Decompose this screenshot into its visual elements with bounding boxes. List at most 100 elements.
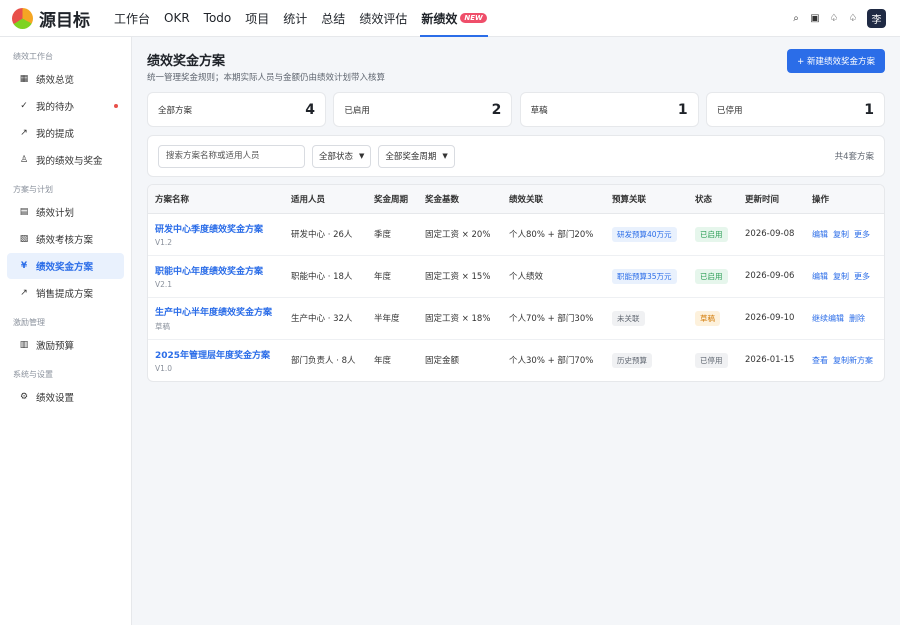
plan-version: 草稿 (155, 321, 170, 331)
cell-link: 个人80% + 部门20% (502, 213, 605, 256)
sidebar-item-label: 绩效设置 (36, 393, 75, 404)
sidebar-item-overview[interactable]: ▦ 绩效总览 (7, 66, 124, 92)
view-button[interactable]: 查看 (812, 356, 828, 365)
cell-people: 生产中心 · 32人 (284, 297, 367, 340)
sidebar-item-commission[interactable]: ↗ 我的提成 (7, 120, 124, 146)
stat-card-enabled[interactable]: 已启用 2 (333, 92, 513, 127)
top-bar: 源目标 工作台 OKR Todo 项目 统计 总结 绩效评估 新绩效 NEW ⌕… (0, 0, 900, 37)
col-header: 方案名称 (148, 185, 284, 214)
top-icons: ⌕ ▣ ♤ ♤ 李 (786, 0, 886, 37)
sidebar-item-plan[interactable]: ▤ 绩效计划 (7, 199, 124, 225)
bulb-icon[interactable]: ♤ (825, 13, 843, 24)
new-badge: NEW (460, 13, 487, 23)
nav-new-performance-label: 新绩效 (421, 11, 458, 26)
nav-todo[interactable]: Todo (197, 0, 239, 37)
table-row: 2025年管理层年度奖金方案 V1.0 部门负责人 · 8人 年度 固定金额 个人… (148, 339, 884, 381)
sidebar-item-label: 销售提成方案 (36, 289, 94, 300)
sidebar-item-todo[interactable]: ✓ 我的待办 (7, 93, 124, 119)
filter-bar: 全部状态 ▼ 全部奖金周期 ▼ 共4套方案 (147, 135, 885, 177)
nav-okr[interactable]: OKR (157, 0, 197, 37)
budget-tag: 未关联 (612, 310, 645, 326)
search-icon[interactable]: ⌕ (787, 13, 805, 24)
copy-button[interactable]: 复制 (833, 272, 849, 281)
page-subtitle: 统一管理奖金规则；本期实际人员与金额仍由绩效计划带入核算 (147, 73, 386, 83)
sidebar-item-label: 我的提成 (36, 129, 75, 140)
sidebar-item-bonus-plan[interactable]: ¥ 绩效奖金方案 (7, 253, 124, 279)
delete-button[interactable]: 删除 (849, 314, 865, 323)
list-icon: ▤ (19, 207, 29, 217)
nav-summary[interactable]: 总结 (314, 0, 352, 37)
plan-version: V2.1 (155, 279, 173, 289)
bell-icon[interactable]: ♤ (844, 13, 862, 24)
search-input[interactable] (158, 144, 305, 168)
nav-new-performance[interactable]: 新绩效 NEW (414, 0, 493, 37)
app-logo (12, 7, 33, 29)
continue-edit-button[interactable]: 继续编辑 (812, 314, 844, 323)
plan-name-link[interactable]: 生产中心半年度绩效奖金方案 (155, 305, 284, 318)
nav-performance-review[interactable]: 绩效评估 (352, 0, 414, 37)
edit-button[interactable]: 编辑 (812, 272, 828, 281)
stat-value: 4 (305, 101, 315, 118)
edit-button[interactable]: 编辑 (812, 230, 828, 239)
sidebar-item-budget[interactable]: ▥ 激励预算 (7, 332, 124, 358)
sidebar-item-label: 我的绩效与奖金 (36, 156, 103, 167)
sidebar-group-settings: 系统与设置 (13, 369, 53, 379)
cell-base: 固定工资 × 18% (418, 297, 502, 340)
new-bonus-plan-button[interactable]: + 新建绩效奖金方案 (787, 49, 885, 73)
sidebar-item-assessment[interactable]: ▧ 绩效考核方案 (7, 226, 124, 252)
page-title: 绩效奖金方案 (147, 54, 226, 69)
status-badge: 已停用 (695, 352, 728, 368)
table-header-row: 方案名称 适用人员 奖金周期 奖金基数 绩效关联 预算关联 状态 更新时间 操作 (148, 185, 884, 214)
cell-base: 固定工资 × 15% (418, 255, 502, 298)
cell-updated: 2026-09-10 (738, 297, 805, 340)
cell-link: 个人绩效 (502, 255, 605, 298)
copy-button[interactable]: 复制 (833, 230, 849, 239)
period-select-value: 全部奖金周期 (385, 152, 437, 162)
cell-period: 季度 (367, 213, 418, 256)
nav-stats[interactable]: 统计 (276, 0, 314, 37)
stat-value: 2 (491, 101, 502, 118)
more-button[interactable]: 更多 (854, 230, 870, 239)
stat-label: 已启用 (344, 105, 370, 116)
plan-name-link[interactable]: 职能中心年度绩效奖金方案 (155, 264, 284, 277)
nav-workbench[interactable]: 工作台 (107, 0, 157, 37)
main-nav: 工作台 OKR Todo 项目 统计 总结 绩效评估 新绩效 NEW (107, 0, 494, 37)
plan-name-link[interactable]: 研发中心季度绩效奖金方案 (155, 222, 284, 235)
screen-icon[interactable]: ▣ (806, 13, 824, 24)
table-row: 研发中心季度绩效奖金方案 V1.2 研发中心 · 26人 季度 固定工资 × 20… (148, 213, 884, 256)
more-button[interactable]: 更多 (854, 272, 870, 281)
avatar[interactable]: 李 (867, 9, 886, 28)
table-row: 生产中心半年度绩效奖金方案 草稿 生产中心 · 32人 半年度 固定工资 × 18… (148, 297, 884, 340)
nav-project[interactable]: 项目 (238, 0, 276, 37)
budget-tag: 历史预算 (612, 352, 652, 368)
cell-period: 年度 (374, 356, 392, 367)
sidebar-item-label: 激励预算 (36, 341, 75, 352)
gear-icon: ⚙ (19, 392, 29, 402)
col-header: 操作 (805, 185, 884, 214)
stat-card-disabled[interactable]: 已停用 1 (705, 92, 885, 127)
stat-card-all[interactable]: 全部方案 4 (147, 92, 326, 127)
sidebar-item-settings[interactable]: ⚙ 绩效设置 (7, 384, 124, 410)
stat-label: 草稿 (530, 105, 548, 116)
status-select[interactable]: 全部状态 ▼ (312, 144, 372, 168)
cell-base: 固定工资 × 20% (418, 213, 502, 256)
sidebar-item-my-bonus[interactable]: ♙ 我的绩效与奖金 (7, 147, 124, 173)
sidebar-group-workbench: 绩效工作台 (13, 51, 53, 61)
total-count: 共4套方案 (834, 152, 874, 162)
status-badge: 草稿 (695, 310, 720, 326)
budget-tag: 职能预算35万元 (612, 268, 677, 284)
cell-updated: 2026-09-08 (738, 213, 805, 256)
cell-period: 半年度 (367, 297, 418, 340)
sidebar-item-label: 绩效计划 (36, 208, 75, 219)
col-header: 奖金周期 (367, 185, 418, 214)
cell-link: 个人70% + 部门30% (502, 297, 605, 340)
plan-name-link[interactable]: 2025年管理层年度奖金方案 (155, 348, 284, 361)
sidebar-item-sales-commission[interactable]: ↗ 销售提成方案 (7, 280, 124, 306)
copy-as-new-button[interactable]: 复制新方案 (833, 356, 873, 365)
period-select[interactable]: 全部奖金周期 ▼ (378, 144, 455, 168)
stat-card-draft[interactable]: 草稿 1 (519, 92, 699, 127)
brand[interactable]: 源目标 (12, 6, 90, 31)
chevron-down-icon: ▼ (359, 152, 365, 160)
sidebar-item-label: 我的待办 (36, 102, 75, 113)
col-header: 状态 (688, 185, 738, 214)
